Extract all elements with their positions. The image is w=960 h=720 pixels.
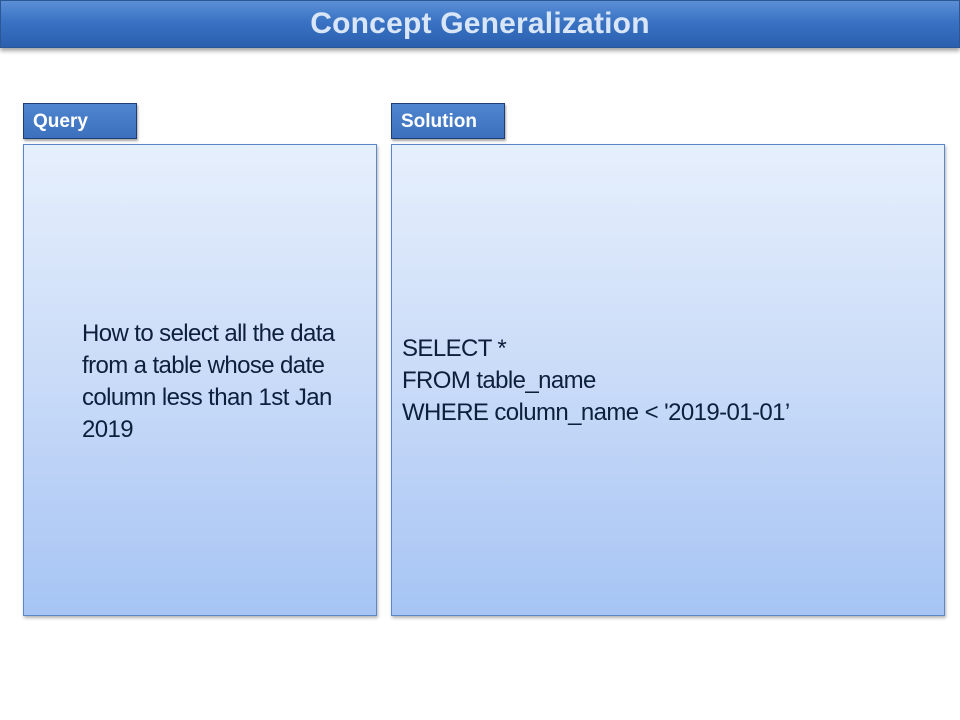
solution-line-from: FROM table_name xyxy=(402,367,596,394)
solution-panel: SELECT * FROM table_name WHERE column_na… xyxy=(391,144,945,616)
solution-code: SELECT * FROM table_name WHERE column_na… xyxy=(402,333,932,429)
page-title: Concept Generalization xyxy=(310,7,650,40)
solution-line-where: WHERE column_name < '2019-01-01’ xyxy=(402,399,790,426)
solution-line-select: SELECT * xyxy=(402,335,507,362)
query-text: How to select all the data from a table … xyxy=(82,320,335,443)
query-label: Query xyxy=(23,103,137,139)
query-panel: How to select all the data from a table … xyxy=(23,144,377,616)
title-bar: Concept Generalization xyxy=(0,0,960,48)
solution-label: Solution xyxy=(391,103,505,139)
